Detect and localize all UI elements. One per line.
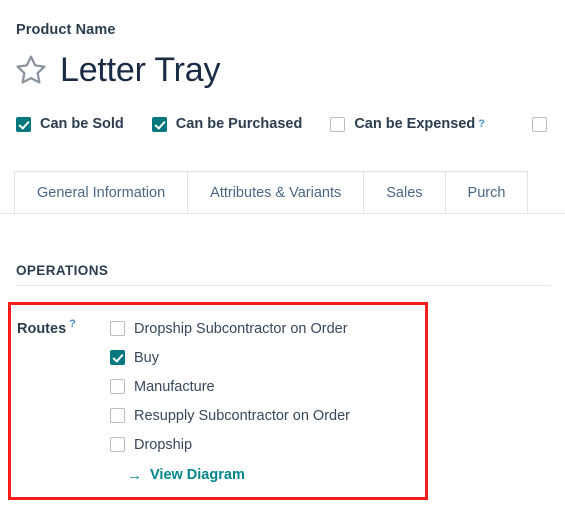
routes-checkbox-list: Dropship Subcontractor on Order Buy Manu… (110, 314, 420, 489)
flag-can-be-sold[interactable]: Can be Sold (16, 116, 124, 132)
route-row-resupply-subcontractor-on-order[interactable]: Resupply Subcontractor on Order (110, 401, 420, 430)
checkbox-manufacture[interactable] (110, 379, 125, 394)
route-label-manufacture: Manufacture (134, 378, 215, 395)
help-icon-can-be-expensed[interactable]: ? (478, 118, 485, 130)
checkbox-buy[interactable] (110, 350, 125, 365)
tab-label-general-information: General Information (37, 184, 166, 201)
product-title-row: Letter Tray (14, 47, 221, 93)
flag-label-can-be-sold: Can be Sold (40, 116, 124, 132)
flag-can-be-expensed[interactable]: Can be Expensed ? (330, 116, 485, 132)
tab-attributes-variants[interactable]: Attributes & Variants (187, 171, 364, 214)
tab-purchase[interactable]: Purch (444, 171, 529, 214)
view-diagram-label: View Diagram (150, 467, 245, 483)
tabs-underline (0, 213, 565, 214)
help-icon-routes[interactable]: ? (69, 318, 76, 330)
flag-label-can-be-purchased: Can be Purchased (175, 116, 303, 132)
tab-label-purchase: Purch (467, 184, 506, 201)
checkbox-resupply-subcontractor-on-order[interactable] (110, 408, 125, 423)
route-row-dropship-subcontractor-on-order[interactable]: Dropship Subcontractor on Order (110, 314, 420, 343)
route-row-dropship[interactable]: Dropship (110, 430, 420, 459)
flag-label-can-be-expensed: Can be Expensed (354, 116, 476, 132)
checkbox-truncated[interactable] (531, 116, 547, 132)
route-label-dropship: Dropship (134, 436, 193, 453)
routes-label-text: Routes (17, 320, 67, 337)
flag-truncated[interactable] (531, 116, 547, 132)
arrow-right-icon: → (127, 466, 142, 484)
view-diagram-link[interactable]: → View Diagram (110, 461, 420, 489)
notebook-tabs: General Information Attributes & Variant… (14, 171, 529, 214)
star-outline-icon[interactable] (14, 53, 48, 87)
checkbox-can-be-purchased[interactable] (151, 116, 167, 132)
tab-sales[interactable]: Sales (363, 171, 445, 214)
route-label-buy: Buy (134, 349, 159, 366)
route-row-buy[interactable]: Buy (110, 343, 420, 372)
product-title[interactable]: Letter Tray (60, 53, 221, 87)
checkbox-can-be-sold[interactable] (16, 116, 31, 132)
tab-label-attributes-variants: Attributes & Variants (210, 184, 342, 201)
checkbox-can-be-expensed[interactable] (330, 116, 346, 132)
product-name-label: Product Name (16, 22, 116, 38)
tab-general-information[interactable]: General Information (14, 171, 188, 214)
flag-can-be-purchased[interactable]: Can be Purchased (151, 116, 303, 132)
route-label-dropship-subcontractor-on-order: Dropship Subcontractor on Order (134, 320, 348, 337)
routes-field-label: Routes? (17, 318, 76, 337)
tab-label-sales: Sales (386, 184, 423, 201)
checkbox-dropship[interactable] (110, 437, 125, 452)
operations-section-divider (16, 285, 551, 286)
route-label-resupply-subcontractor-on-order: Resupply Subcontractor on Order (134, 407, 350, 424)
product-form-page: Product Name Letter Tray Can be Sold Can… (0, 0, 565, 530)
checkbox-dropship-subcontractor-on-order[interactable] (110, 321, 125, 336)
operations-section-heading: OPERATIONS (16, 263, 109, 278)
product-flags-row: Can be Sold Can be Purchased Can be Expe… (16, 113, 547, 135)
route-row-manufacture[interactable]: Manufacture (110, 372, 420, 401)
